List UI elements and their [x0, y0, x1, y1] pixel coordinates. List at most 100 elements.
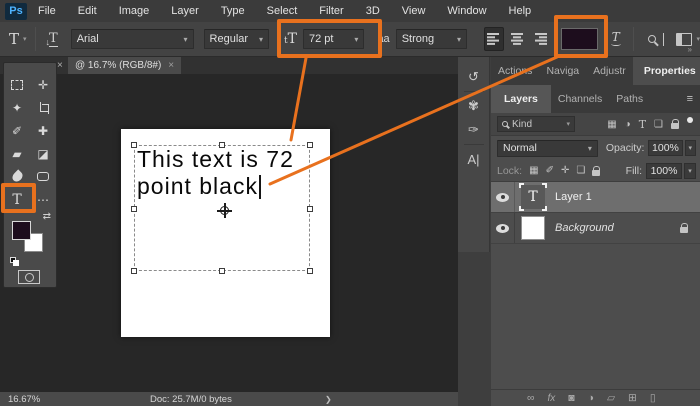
toggle-panels-icon[interactable]	[675, 32, 693, 46]
options-overflow-icon[interactable]: »	[688, 45, 692, 54]
warp-text-icon[interactable]: T	[610, 31, 621, 46]
visibility-toggle[interactable]	[491, 213, 515, 243]
status-options-icon[interactable]: ❯	[325, 395, 332, 404]
layer-thumbnail[interactable]: T	[519, 183, 547, 211]
transform-handle[interactable]	[307, 268, 313, 274]
search-icon[interactable]	[647, 35, 656, 43]
shape-tool-button[interactable]	[30, 165, 56, 188]
filter-adjustment-icon[interactable]: ◑	[625, 119, 631, 130]
lock-paint-icon[interactable]: ✐	[546, 165, 554, 176]
font-style-select[interactable]: Regular ▾	[203, 29, 269, 49]
text-color-swatch[interactable]	[561, 28, 598, 50]
menu-image[interactable]: Image	[108, 0, 161, 22]
lock-transparent-icon[interactable]: ▦	[529, 165, 538, 176]
filter-toggle-icon[interactable]	[687, 117, 693, 123]
brushes-panel-icon[interactable]: ✾	[458, 94, 489, 118]
tab-adjustments[interactable]: Adjustr	[586, 57, 633, 85]
layer-name[interactable]: Background	[555, 222, 614, 234]
menu-edit[interactable]: Edit	[67, 0, 108, 22]
tab-layers[interactable]: Layers	[491, 85, 551, 113]
layer-thumbnail[interactable]	[521, 216, 545, 240]
adjustment-layer-icon[interactable]: ◑	[588, 392, 594, 404]
character-panel-icon[interactable]: A|	[458, 147, 489, 171]
document-tab[interactable]: @ 16.7% (RGB/8#) ×	[68, 57, 182, 74]
font-family-select[interactable]: Arial ▾	[70, 29, 194, 49]
close-icon[interactable]: ×	[57, 60, 63, 71]
layer-row-background[interactable]: Background	[491, 213, 700, 244]
layer-style-icon[interactable]: fx	[548, 393, 556, 404]
link-layers-icon[interactable]: ∞	[527, 392, 535, 404]
fill-chevron-icon[interactable]: ▾	[684, 162, 696, 179]
lock-position-icon[interactable]: ✛	[561, 165, 569, 176]
delete-layer-icon[interactable]: ▯	[650, 392, 656, 404]
add-mask-icon[interactable]: ◙	[568, 392, 574, 404]
opacity-value-field[interactable]: 100%	[648, 140, 683, 156]
transform-handle[interactable]	[131, 268, 137, 274]
magic-wand-tool-button[interactable]: ✦	[4, 96, 30, 119]
crop-tool-button[interactable]	[30, 96, 56, 119]
panel-tabs-top: Actions Naviga Adjustr Properties ≡	[491, 57, 700, 85]
opacity-chevron-icon[interactable]: ▾	[684, 140, 696, 156]
tab-properties[interactable]: Properties	[632, 57, 700, 85]
tab-navigator[interactable]: Naviga	[539, 57, 586, 85]
menu-type[interactable]: Type	[210, 0, 256, 22]
swap-colors-icon[interactable]: ⇄	[43, 211, 51, 222]
font-size-select[interactable]: 72 pt ▾	[302, 29, 365, 49]
fill-value-field[interactable]: 100%	[646, 162, 682, 179]
menu-select[interactable]: Select	[256, 0, 309, 22]
tab-paths[interactable]: Paths	[609, 85, 650, 113]
foreground-color-swatch[interactable]	[12, 221, 31, 240]
brush-settings-panel-icon[interactable]: ✑	[458, 118, 489, 142]
blur-tool-button[interactable]	[4, 165, 30, 188]
align-left-button[interactable]	[484, 27, 505, 51]
quick-mask-icon[interactable]	[18, 270, 40, 284]
tab-actions[interactable]: Actions	[491, 57, 539, 85]
move-tool-button[interactable]: ✛	[30, 73, 56, 96]
align-right-button[interactable]	[530, 27, 550, 51]
filter-kind-value: Kind	[512, 118, 533, 130]
menu-filter[interactable]: Filter	[308, 0, 354, 22]
layer-row-layer1[interactable]: T Layer 1	[491, 182, 700, 213]
anti-alias-select[interactable]: Strong ▾	[395, 29, 468, 49]
align-center-button[interactable]	[507, 27, 527, 51]
blend-mode-select[interactable]: Normal ▾	[497, 139, 598, 157]
menu-3d[interactable]: 3D	[355, 0, 391, 22]
menu-file[interactable]: File	[27, 0, 67, 22]
menu-help[interactable]: Help	[498, 0, 543, 22]
more-tools-button[interactable]: ⋯	[30, 188, 56, 211]
document-canvas[interactable]: This text is 72 point black	[121, 129, 330, 337]
type-tool-button[interactable]: T	[4, 188, 30, 211]
layer-name[interactable]: Layer 1	[555, 191, 592, 203]
filter-smart-object-icon[interactable]	[671, 119, 679, 129]
filter-kind-select[interactable]: Kind ▾	[497, 116, 575, 132]
new-layer-icon[interactable]: ⊞	[628, 392, 637, 404]
tab-close-icon[interactable]: ×	[168, 60, 174, 71]
paint-bucket-tool-button[interactable]: ◪	[30, 142, 56, 165]
filter-pixel-icon[interactable]: ▦	[607, 119, 616, 130]
type-tool-preset-button[interactable]: T ▾	[9, 30, 27, 48]
transform-handle[interactable]	[219, 268, 225, 274]
filter-type-icon[interactable]: T	[639, 118, 646, 131]
filter-shape-icon[interactable]: ❏	[654, 119, 663, 130]
menu-layer[interactable]: Layer	[160, 0, 210, 22]
healing-brush-tool-button[interactable]: ✚	[30, 119, 56, 142]
marquee-tool-button[interactable]	[4, 73, 30, 96]
new-group-icon[interactable]: ▱	[607, 392, 615, 404]
menu-window[interactable]: Window	[436, 0, 497, 22]
canvas-text[interactable]: This text is 72 point black	[137, 146, 294, 200]
lock-all-icon[interactable]	[592, 165, 601, 176]
history-panel-icon[interactable]: ↺	[458, 65, 489, 89]
eraser-tool-button[interactable]: ▰	[4, 142, 30, 165]
panel-menu-icon[interactable]: ≡	[687, 93, 693, 105]
lock-artboard-icon[interactable]: ❏	[576, 165, 585, 176]
zoom-level-field[interactable]: 16.67%	[8, 394, 78, 405]
tab-channels[interactable]: Channels	[551, 85, 609, 113]
default-colors-icon[interactable]	[10, 257, 20, 266]
text-orientation-icon[interactable]: ↓ T	[46, 31, 58, 47]
visibility-toggle[interactable]	[491, 182, 515, 212]
transform-handle[interactable]	[307, 206, 313, 212]
transform-handle[interactable]	[131, 206, 137, 212]
menu-view[interactable]: View	[391, 0, 437, 22]
brush-tool-button[interactable]: ✐	[4, 119, 30, 142]
transform-handle[interactable]	[307, 142, 313, 148]
